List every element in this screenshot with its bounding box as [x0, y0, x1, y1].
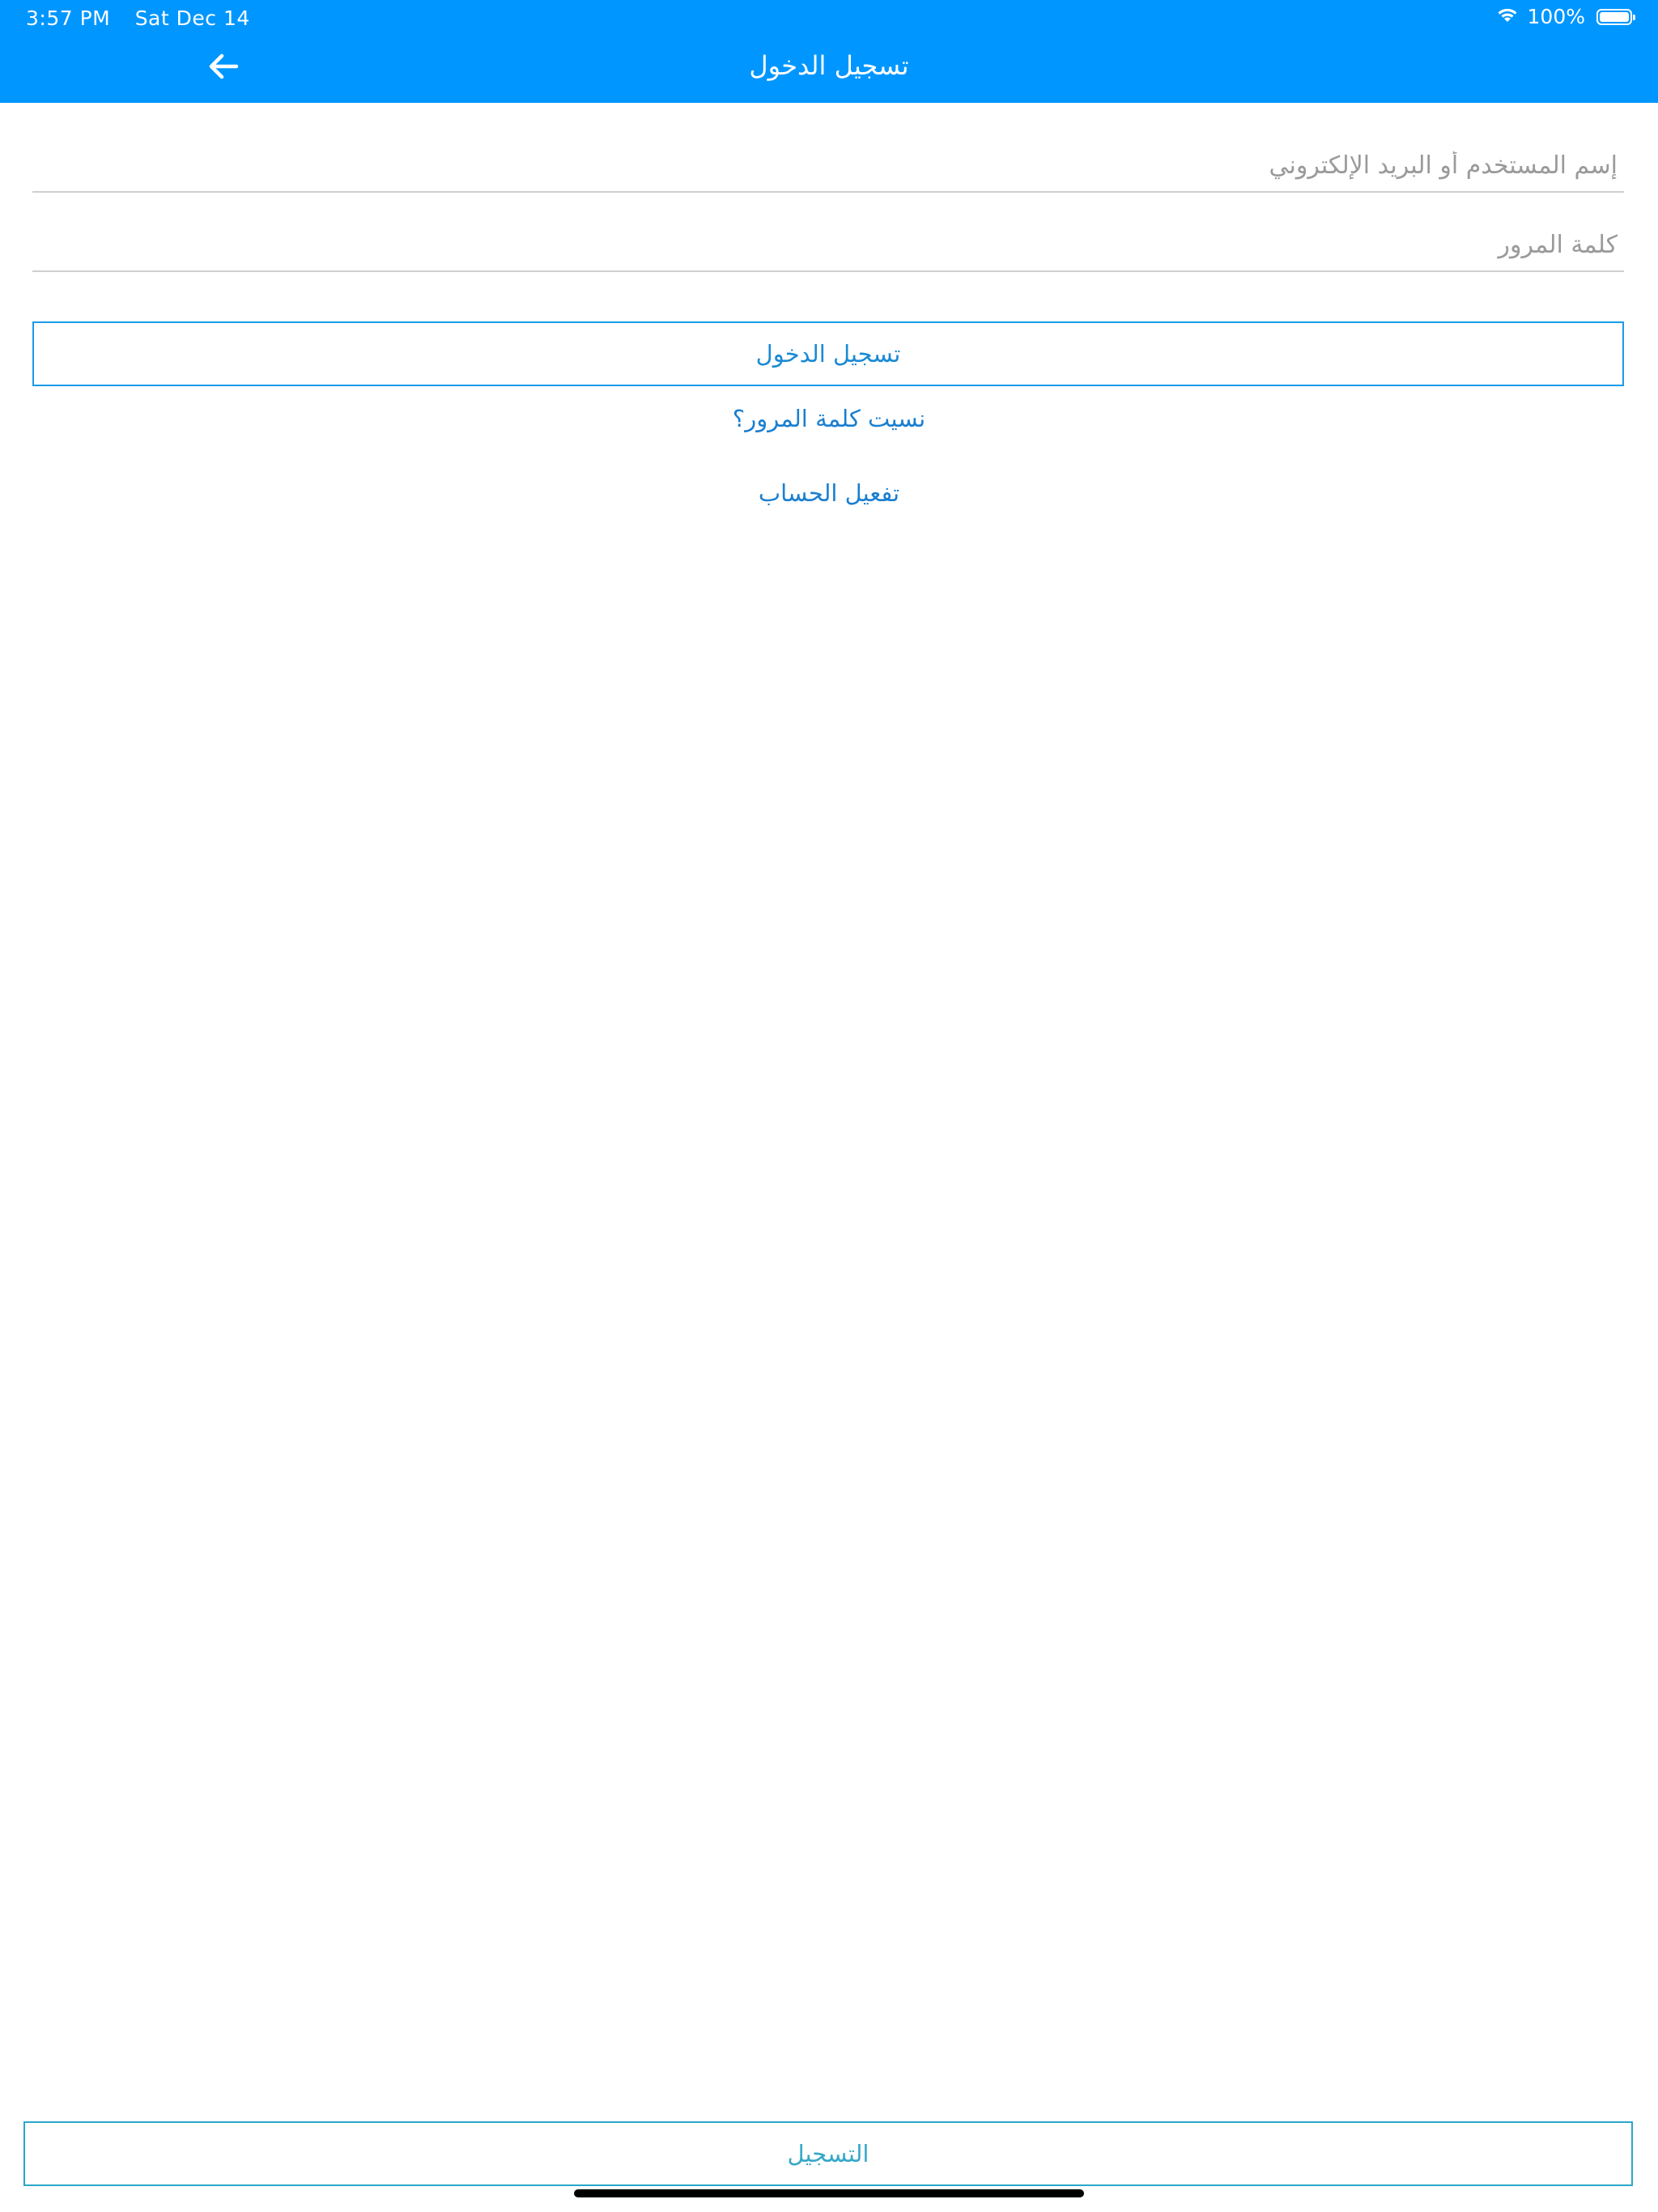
status-bar-right: 100%: [1495, 5, 1635, 28]
login-screen: 3:57 PM Sat Dec 14 100% تسجيل الدخول إسم…: [0, 0, 1658, 2212]
register-button[interactable]: التسجيل: [23, 2121, 1633, 2186]
home-indicator: [574, 2189, 1084, 2197]
activate-account-link[interactable]: تفعيل الحساب: [0, 479, 1658, 507]
page-title: تسجيل الدخول: [749, 50, 909, 81]
status-bar-left: 3:57 PM Sat Dec 14: [26, 6, 250, 30]
battery-percent: 100%: [1527, 5, 1585, 28]
app-bar: 3:57 PM Sat Dec 14 100% تسجيل الدخول: [0, 0, 1658, 103]
status-date: Sat Dec 14: [134, 6, 250, 30]
password-field: [32, 193, 1624, 272]
login-button[interactable]: تسجيل الدخول: [32, 321, 1624, 386]
battery-icon: [1596, 8, 1635, 25]
status-time: 3:57 PM: [26, 6, 111, 30]
wifi-icon: [1495, 5, 1520, 28]
password-input[interactable]: [32, 231, 1618, 259]
forgot-password-link[interactable]: نسيت كلمة المرور؟: [0, 405, 1658, 432]
username-input[interactable]: [32, 151, 1618, 180]
battery-fill: [1600, 11, 1629, 22]
username-field: [32, 113, 1624, 193]
